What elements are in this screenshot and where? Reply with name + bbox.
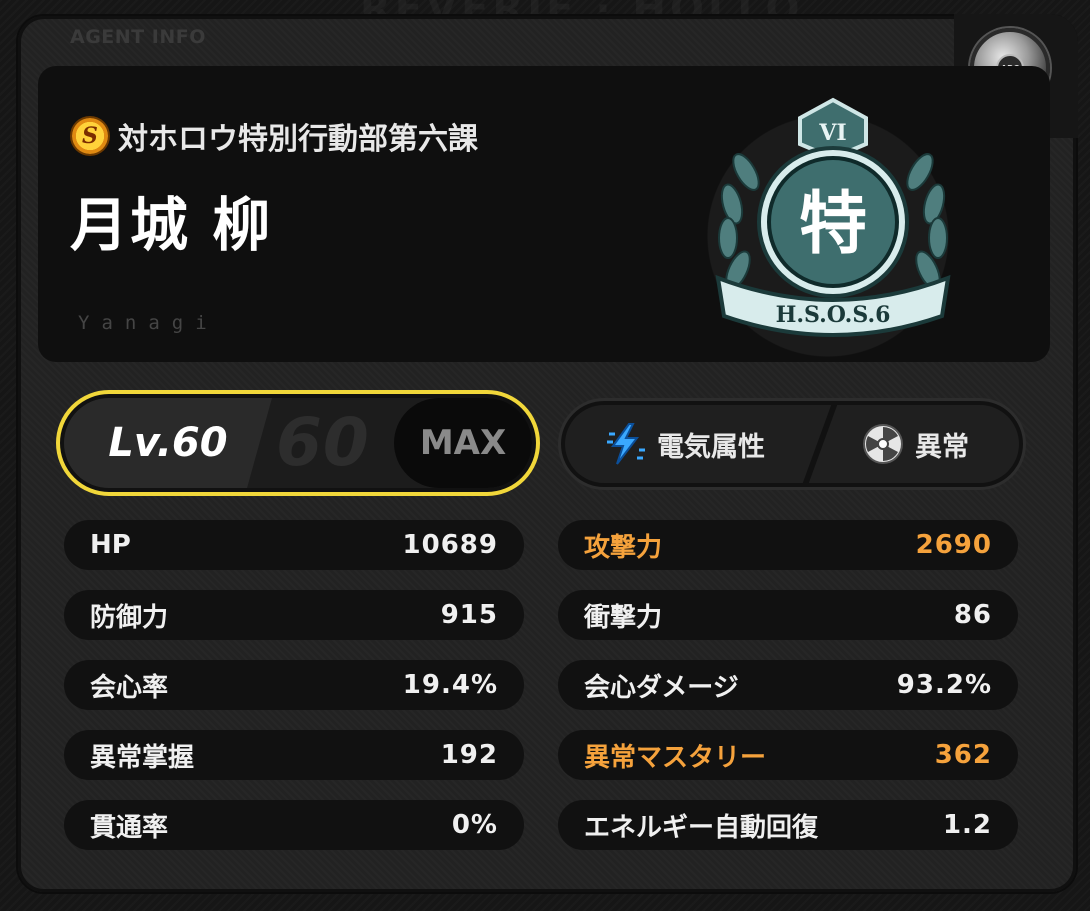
stat-label: HP — [90, 530, 131, 560]
stat-row-energy-regen: エネルギー自動回復 1.2 — [558, 800, 1018, 850]
specialty-attribute: 異常 — [861, 405, 969, 483]
stat-value: 19.4% — [402, 670, 498, 700]
current-level: Lv.60 — [64, 398, 272, 488]
stat-label: 防御力 — [90, 602, 169, 633]
stat-value: 362 — [934, 740, 992, 770]
attribute-display: 電気属性 異常 — [558, 398, 1026, 490]
stat-label: 衝撃力 — [584, 602, 663, 633]
stat-row-hp: HP 10689 — [64, 520, 524, 570]
element-attribute: 電気属性 — [603, 405, 765, 483]
stat-row-crit-rate: 会心率 19.4% — [64, 660, 524, 710]
attribute-divider — [802, 405, 838, 483]
stat-label: 貫通率 — [90, 812, 169, 843]
anomaly-icon — [863, 424, 903, 464]
panel-title: AGENT INFO — [70, 26, 206, 48]
faction-emblem-icon: VI 特 H.S.O.S.6 — [715, 97, 951, 337]
agent-name-roman: Yanagi — [78, 312, 219, 334]
stat-label: 攻撃力 — [584, 532, 663, 563]
emblem-center-text: 特 — [799, 185, 867, 264]
stat-value: 93.2% — [896, 670, 992, 700]
stat-row-attack: 攻撃力 2690 — [558, 520, 1018, 570]
stat-label: 会心ダメージ — [584, 672, 739, 703]
faction-name: 対ホロウ特別行動部第六課 — [118, 122, 478, 157]
stat-value: 1.2 — [942, 810, 992, 840]
stat-row-impact: 衝撃力 86 — [558, 590, 1018, 640]
level-display: Lv.60 60 MAX — [56, 390, 540, 496]
stat-value: 10689 — [402, 530, 498, 560]
stat-label: 異常掌握 — [90, 742, 195, 773]
agent-info-panel: AGENT INFO ABC S 対ホロウ特別行動部第六課 月城 柳 Yanag… — [16, 14, 1078, 894]
stat-row-defense: 防御力 915 — [64, 590, 524, 640]
emblem-top-text: VI — [818, 120, 846, 146]
agent-header: S 対ホロウ特別行動部第六課 月城 柳 Yanagi VI 特 H.S.O.S.… — [38, 66, 1050, 362]
stat-row-pen-ratio: 貫通率 0% — [64, 800, 524, 850]
agent-name: 月城 柳 — [70, 191, 273, 259]
element-label: 電気属性 — [657, 431, 765, 463]
max-level-number: 60 — [276, 404, 370, 481]
stat-value: 86 — [953, 600, 992, 630]
stat-value: 2690 — [915, 530, 992, 560]
electric-icon — [607, 423, 645, 465]
stat-value: 0% — [451, 810, 498, 840]
rank-s-icon: S — [72, 118, 108, 154]
stat-row-crit-damage: 会心ダメージ 93.2% — [558, 660, 1018, 710]
specialty-label: 異常 — [915, 431, 969, 463]
stat-row-anomaly-mastery: 異常マスタリー 362 — [558, 730, 1018, 780]
faction-row: S 対ホロウ特別行動部第六課 — [72, 114, 478, 158]
stat-value: 192 — [440, 740, 498, 770]
stat-label: 異常マスタリー — [584, 742, 767, 773]
stat-row-anomaly-proficiency: 異常掌握 192 — [64, 730, 524, 780]
emblem-ribbon-text: H.S.O.S.6 — [776, 302, 891, 328]
stat-label: エネルギー自動回復 — [584, 812, 819, 843]
max-level-badge: MAX — [394, 398, 532, 488]
stat-label: 会心率 — [90, 672, 169, 703]
stat-value: 915 — [440, 600, 498, 630]
